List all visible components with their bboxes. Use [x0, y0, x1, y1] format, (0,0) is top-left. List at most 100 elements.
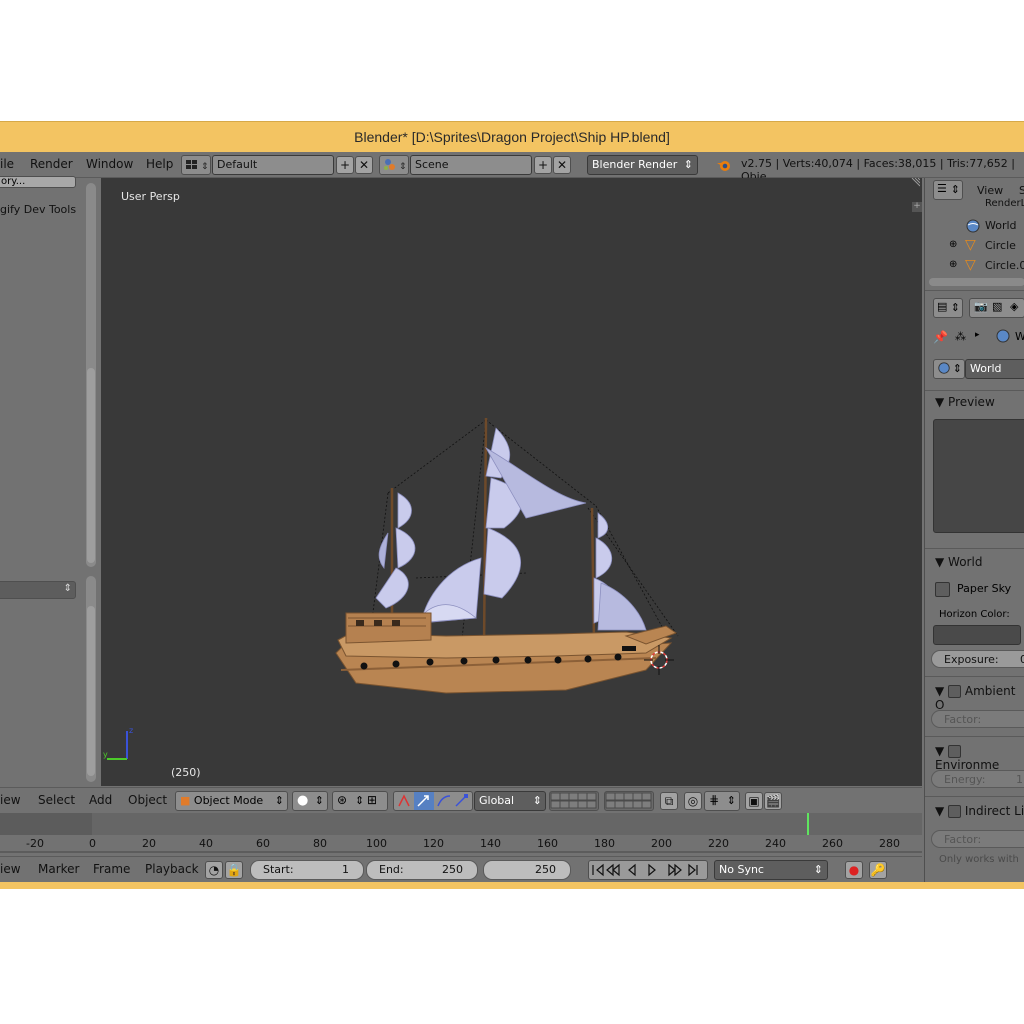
history-button[interactable]: ory...: [0, 176, 76, 188]
orientation-select[interactable]: Global ⇕: [474, 791, 546, 811]
frame-ruler[interactable]: -20 0 20 40 60 80 100 120 140 160 180 20…: [0, 835, 922, 851]
current-frame-field[interactable]: 250: [483, 860, 571, 880]
menu-window[interactable]: Window: [86, 157, 133, 171]
menu-marker[interactable]: Marker: [38, 862, 79, 876]
indirect-factor-label: Factor:: [944, 833, 982, 846]
preview-range-icon[interactable]: ◔: [205, 861, 223, 879]
manipulator-group[interactable]: [393, 791, 473, 811]
chevron-right-icon: ▸: [975, 330, 980, 340]
ship-model[interactable]: [326, 408, 686, 718]
snap-select[interactable]: ⋕ ⇕: [704, 791, 740, 811]
properties-type-icon[interactable]: ▤ ⇕: [933, 298, 963, 318]
tool-shelf: ory... gify Dev Tools ⇕: [0, 176, 100, 786]
menu-add[interactable]: Add: [89, 793, 112, 807]
remove-scene-icon[interactable]: ✕: [553, 156, 571, 174]
screen-layout-field[interactable]: Default: [212, 155, 334, 175]
render-image-icon[interactable]: ▣: [745, 792, 763, 810]
world-header-label: World: [948, 555, 983, 569]
world-panel-header[interactable]: ▼ World: [935, 555, 982, 569]
record-icon[interactable]: ●: [845, 861, 863, 879]
world-browse-icon[interactable]: ⇕: [933, 359, 965, 379]
tick-label: 220: [708, 837, 729, 850]
render-engine-select[interactable]: Blender Render ⇕: [587, 155, 698, 175]
3d-viewport[interactable]: User Persp + z y (250): [101, 177, 922, 786]
expand-icon[interactable]: ⊕: [949, 259, 957, 270]
lock-icon[interactable]: 🔒: [225, 861, 243, 879]
tick-label: 180: [594, 837, 615, 850]
environment-lighting-header[interactable]: ▼ Environme: [935, 744, 1024, 772]
energy-label: Energy:: [944, 773, 986, 786]
end-frame-field[interactable]: End: 250: [366, 860, 478, 880]
outliner-scrollbar[interactable]: [929, 278, 1024, 286]
menu-playback[interactable]: Playback: [145, 862, 199, 876]
menu-view[interactable]: iew: [0, 793, 21, 807]
environment-checkbox[interactable]: [948, 745, 962, 758]
outliner-search-menu[interactable]: S: [1019, 184, 1024, 197]
lock-layers-icon[interactable]: ⧉: [660, 792, 678, 810]
rigify-dev-tools-tab[interactable]: gify Dev Tools: [0, 203, 76, 216]
menu-file[interactable]: ile: [0, 157, 14, 171]
keying-set-icon[interactable]: 🔑: [869, 861, 887, 879]
scene-field[interactable]: Scene: [410, 155, 532, 175]
add-scene-icon[interactable]: +: [534, 156, 552, 174]
scrollbar-track-lower[interactable]: [86, 576, 96, 782]
properties-toggle-icon[interactable]: +: [912, 202, 922, 212]
outliner-item-renderlayers[interactable]: RenderL: [985, 198, 1024, 209]
pin-icon[interactable]: 📌: [933, 330, 948, 344]
menu-help[interactable]: Help: [146, 157, 173, 171]
mode-select[interactable]: ■ Object Mode ⇕: [175, 791, 288, 811]
paper-sky-checkbox[interactable]: [935, 582, 950, 597]
layers-group-2[interactable]: [604, 791, 654, 811]
operator-select[interactable]: ⇕: [0, 581, 76, 599]
ambient-occlusion-header[interactable]: ▼ Ambient O: [935, 684, 1024, 712]
world-name-field[interactable]: World: [965, 359, 1024, 379]
layers-group-1[interactable]: [549, 791, 599, 811]
pivot-select[interactable]: ⊛ ⇕ ⊞: [332, 791, 388, 811]
title-bar: Blender* [D:\Sprites\Dragon Project\Ship…: [0, 121, 1024, 153]
energy-slider[interactable]: Energy: 1: [931, 770, 1024, 788]
timeline-area[interactable]: -20 0 20 40 60 80 100 120 140 160 180 20…: [0, 813, 922, 853]
ambient-factor-slider[interactable]: Factor:: [931, 710, 1024, 728]
start-frame-field[interactable]: Start: 1: [250, 860, 364, 880]
outliner-item-circle-001[interactable]: Circle.0: [985, 259, 1024, 272]
menu-object[interactable]: Object: [128, 793, 167, 807]
current-frame-line[interactable]: [807, 813, 809, 835]
menu-view[interactable]: iew: [0, 862, 21, 876]
editor-type-icon[interactable]: ☰ ⇕: [933, 180, 963, 200]
panel-divider: [925, 390, 1024, 391]
remove-layout-icon[interactable]: ✕: [355, 156, 373, 174]
scrollbar-thumb[interactable]: [87, 368, 95, 563]
scrollbar-thumb-lower[interactable]: [87, 606, 95, 776]
screen-layout-icon[interactable]: ⇕: [181, 155, 211, 175]
frame-range-highlight: [92, 813, 922, 835]
proportional-edit-icon[interactable]: ◎: [684, 792, 702, 810]
outliner-item-circle[interactable]: Circle: [985, 239, 1016, 252]
expand-icon[interactable]: ⊕: [949, 239, 957, 250]
panel-divider: [925, 796, 1024, 797]
render-animation-icon[interactable]: 🎬: [764, 792, 782, 810]
outliner-view-menu[interactable]: View: [977, 184, 1003, 197]
panel-divider: [925, 676, 1024, 677]
indirect-checkbox[interactable]: [948, 805, 962, 818]
magnet-icon: ⋕: [709, 793, 720, 807]
add-layout-icon[interactable]: +: [336, 156, 354, 174]
world-preview: [933, 419, 1024, 533]
horizon-color-swatch[interactable]: [933, 625, 1021, 645]
ambient-checkbox[interactable]: [948, 685, 962, 698]
indirect-lighting-header[interactable]: ▼ Indirect Li: [935, 804, 1024, 818]
outliner-item-world[interactable]: World: [985, 219, 1017, 232]
sync-select[interactable]: No Sync ⇕: [714, 860, 828, 880]
scene-icon[interactable]: ⇕: [379, 155, 409, 175]
menu-render[interactable]: Render: [30, 157, 73, 171]
preview-panel-header[interactable]: ▼ Preview: [935, 395, 995, 409]
shading-select[interactable]: ● ⇕: [292, 791, 328, 811]
exposure-slider[interactable]: Exposure: 0: [931, 650, 1024, 668]
playback-controls[interactable]: [588, 860, 708, 880]
indirect-factor-slider[interactable]: Factor:: [931, 830, 1024, 848]
menu-select[interactable]: Select: [38, 793, 75, 807]
menu-frame[interactable]: Frame: [93, 862, 130, 876]
scrollbar-track[interactable]: [86, 183, 96, 567]
context-tabs[interactable]: 📷 ▧ ◈: [969, 298, 1024, 318]
layers-tab-icon: ▧: [992, 300, 1003, 313]
area-split-icon[interactable]: [910, 177, 921, 191]
